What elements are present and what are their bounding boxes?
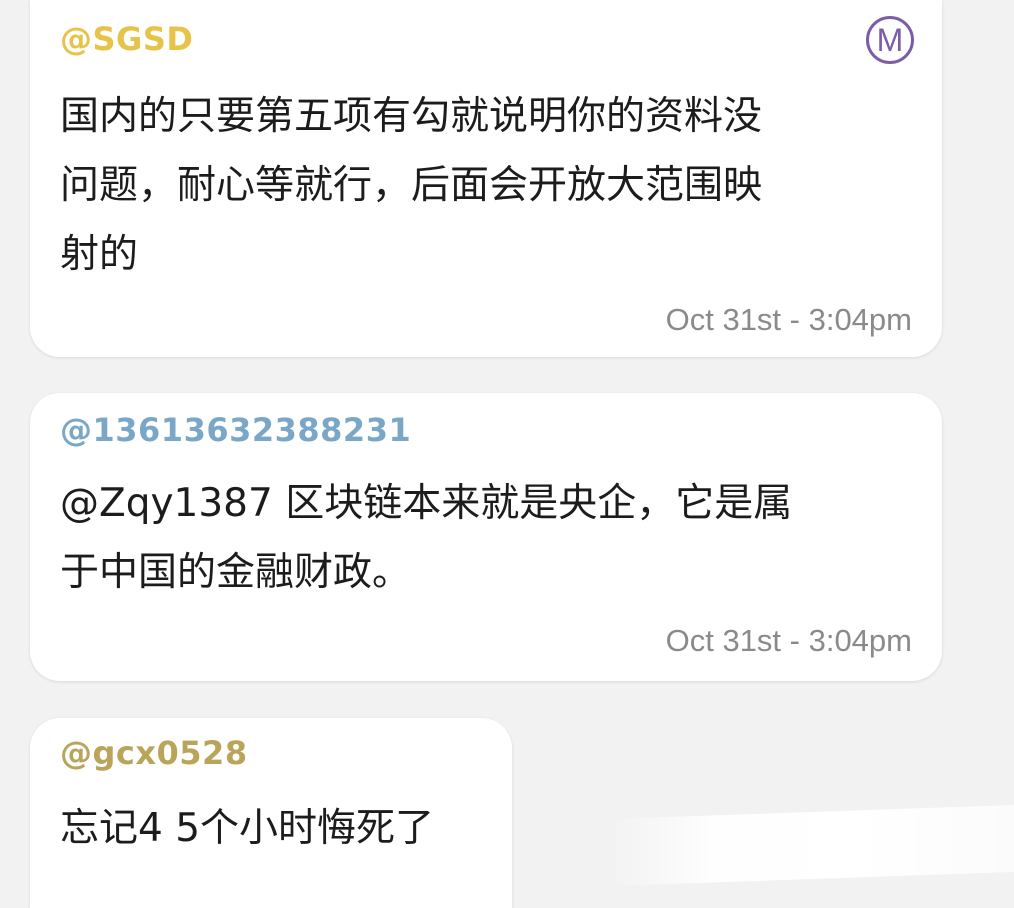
- message-line: 国内的只要第五项有勾就说明你的资料没: [60, 94, 763, 139]
- moderator-badge-icon: M: [866, 16, 914, 64]
- message-text: 国内的只要第五项有勾就说明你的资料没 问题，耐心等就行，后面会开放大范围映 射的: [60, 82, 762, 289]
- message-bubble[interactable]: @gcx0528 忘记4 5个小时悔死了: [30, 718, 512, 908]
- sender-username[interactable]: @SGSD: [60, 20, 193, 58]
- message-line: @Zqy1387 区块链本来就是央企，它是属: [60, 481, 793, 526]
- message-feed: @SGSD M 国内的只要第五项有勾就说明你的资料没 问题，耐心等就行，后面会开…: [0, 0, 1014, 908]
- message-text: @Zqy1387 区块链本来就是央企，它是属 于中国的金融财政。: [60, 469, 792, 607]
- message-line: 射的: [60, 232, 139, 277]
- message-bubble[interactable]: @SGSD M 国内的只要第五项有勾就说明你的资料没 问题，耐心等就行，后面会开…: [30, 0, 942, 357]
- message-line: 问题，耐心等就行，后面会开放大范围映: [60, 163, 763, 208]
- sender-username[interactable]: @gcx0528: [60, 734, 248, 772]
- message-line: 忘记4 5个小时悔死了: [60, 806, 435, 851]
- message-line: 于中国的金融财政。: [60, 550, 412, 595]
- screen-glare: [610, 804, 1014, 887]
- sender-username[interactable]: @13613632388231: [60, 411, 411, 449]
- message-timestamp: Oct 31st - 3:04pm: [665, 623, 912, 658]
- message-bubble[interactable]: @13613632388231 @Zqy1387 区块链本来就是央企，它是属 于…: [30, 393, 942, 681]
- message-text: 忘记4 5个小时悔死了: [60, 794, 434, 863]
- message-timestamp: Oct 31st - 3:04pm: [665, 302, 912, 337]
